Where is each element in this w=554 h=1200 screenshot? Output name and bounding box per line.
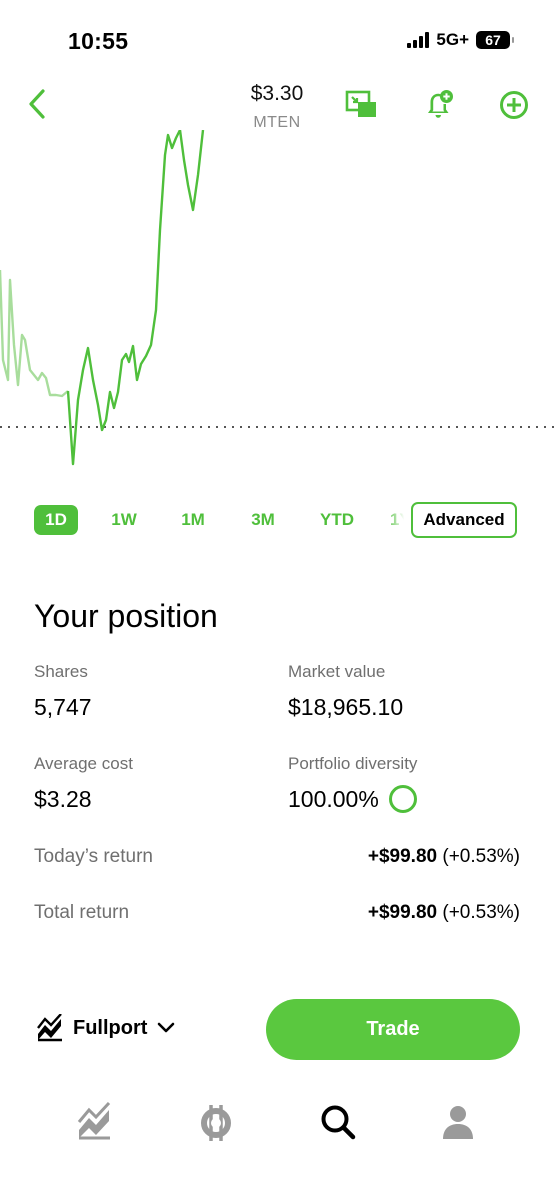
- cellular-signal-icon: [407, 32, 430, 48]
- range-tab-3m[interactable]: 3M: [243, 505, 283, 535]
- tab-account[interactable]: [438, 1102, 478, 1142]
- trade-button[interactable]: Trade: [266, 999, 520, 1060]
- add-to-list-button[interactable]: [497, 88, 531, 122]
- status-time: 10:55: [68, 28, 129, 54]
- todays-return-label: Today’s return: [34, 846, 153, 867]
- network-type: 5G+: [436, 30, 469, 49]
- portfolio-selector[interactable]: Fullport: [36, 1014, 176, 1042]
- average-cost-value: $3.28: [34, 786, 92, 812]
- position-title: Your position: [34, 598, 218, 634]
- total-return-percent: (+0.53%): [442, 902, 520, 923]
- total-return-row: Total return +$99.80 (+0.53%): [34, 902, 520, 924]
- todays-return-value: +$99.80 (+0.53%): [368, 846, 520, 868]
- picture-in-picture-button[interactable]: [344, 88, 378, 122]
- total-return-label: Total return: [34, 902, 130, 923]
- picture-in-picture-icon: [345, 90, 376, 117]
- chart-range-tabs: 1D 1W 1M 3M YTD 1Y Advanced: [34, 502, 524, 538]
- investing-icon: [77, 1101, 111, 1140]
- range-tab-ytd[interactable]: YTD: [316, 505, 358, 535]
- todays-return-row: Today’s return +$99.80 (+0.53%): [34, 846, 520, 868]
- total-return-value: +$99.80 (+0.53%): [368, 902, 520, 924]
- tabs-overflow-fade: [386, 502, 412, 538]
- chevron-down-icon: [158, 1022, 175, 1033]
- shares-label: Shares: [34, 662, 88, 681]
- portfolio-name: Fullport: [73, 1016, 148, 1039]
- advanced-chart-button[interactable]: Advanced: [411, 502, 517, 538]
- tab-crypto[interactable]: [196, 1102, 236, 1142]
- portfolio-diversity-label: Portfolio diversity: [288, 754, 418, 773]
- market-value-label: Market value: [288, 662, 386, 681]
- price-chart-svg: [0, 128, 554, 466]
- crypto-icon: [201, 1105, 231, 1141]
- tab-search[interactable]: [318, 1102, 358, 1142]
- header-price: $3.30: [250, 82, 304, 105]
- add-to-list-icon: [500, 91, 528, 119]
- portfolio-diversity-value: 100.00%: [288, 786, 379, 812]
- todays-return-amount: +$99.80: [367, 846, 438, 867]
- range-tab-1m[interactable]: 1M: [173, 505, 213, 535]
- tab-investing[interactable]: [74, 1101, 114, 1142]
- portfolio-chart-icon: [37, 1014, 62, 1042]
- total-return-amount: +$99.80: [367, 902, 438, 923]
- battery-level: 67: [485, 32, 501, 48]
- battery-icon: 67: [476, 31, 514, 49]
- account-icon: [443, 1106, 473, 1139]
- range-tab-1d[interactable]: 1D: [34, 505, 78, 535]
- portfolio-diversity-row[interactable]: 100.00%: [288, 784, 417, 815]
- chart-line-regular: [66, 128, 205, 466]
- range-tab-1w[interactable]: 1W: [104, 505, 144, 535]
- price-alert-button[interactable]: [422, 88, 456, 122]
- status-indicators: 5G+ 67: [407, 30, 514, 50]
- market-value: $18,965.10: [288, 694, 404, 720]
- alert-bell-icon: [428, 90, 453, 118]
- header-quote: $3.30 MTEN: [0, 82, 554, 132]
- price-chart[interactable]: [0, 128, 554, 480]
- average-cost-label: Average cost: [34, 754, 133, 773]
- diversity-ring-icon: [388, 784, 417, 813]
- search-icon: [321, 1105, 356, 1140]
- chart-line-premarket: [0, 269, 69, 398]
- todays-return-percent: (+0.53%): [442, 846, 520, 867]
- shares-value: 5,747: [34, 694, 92, 720]
